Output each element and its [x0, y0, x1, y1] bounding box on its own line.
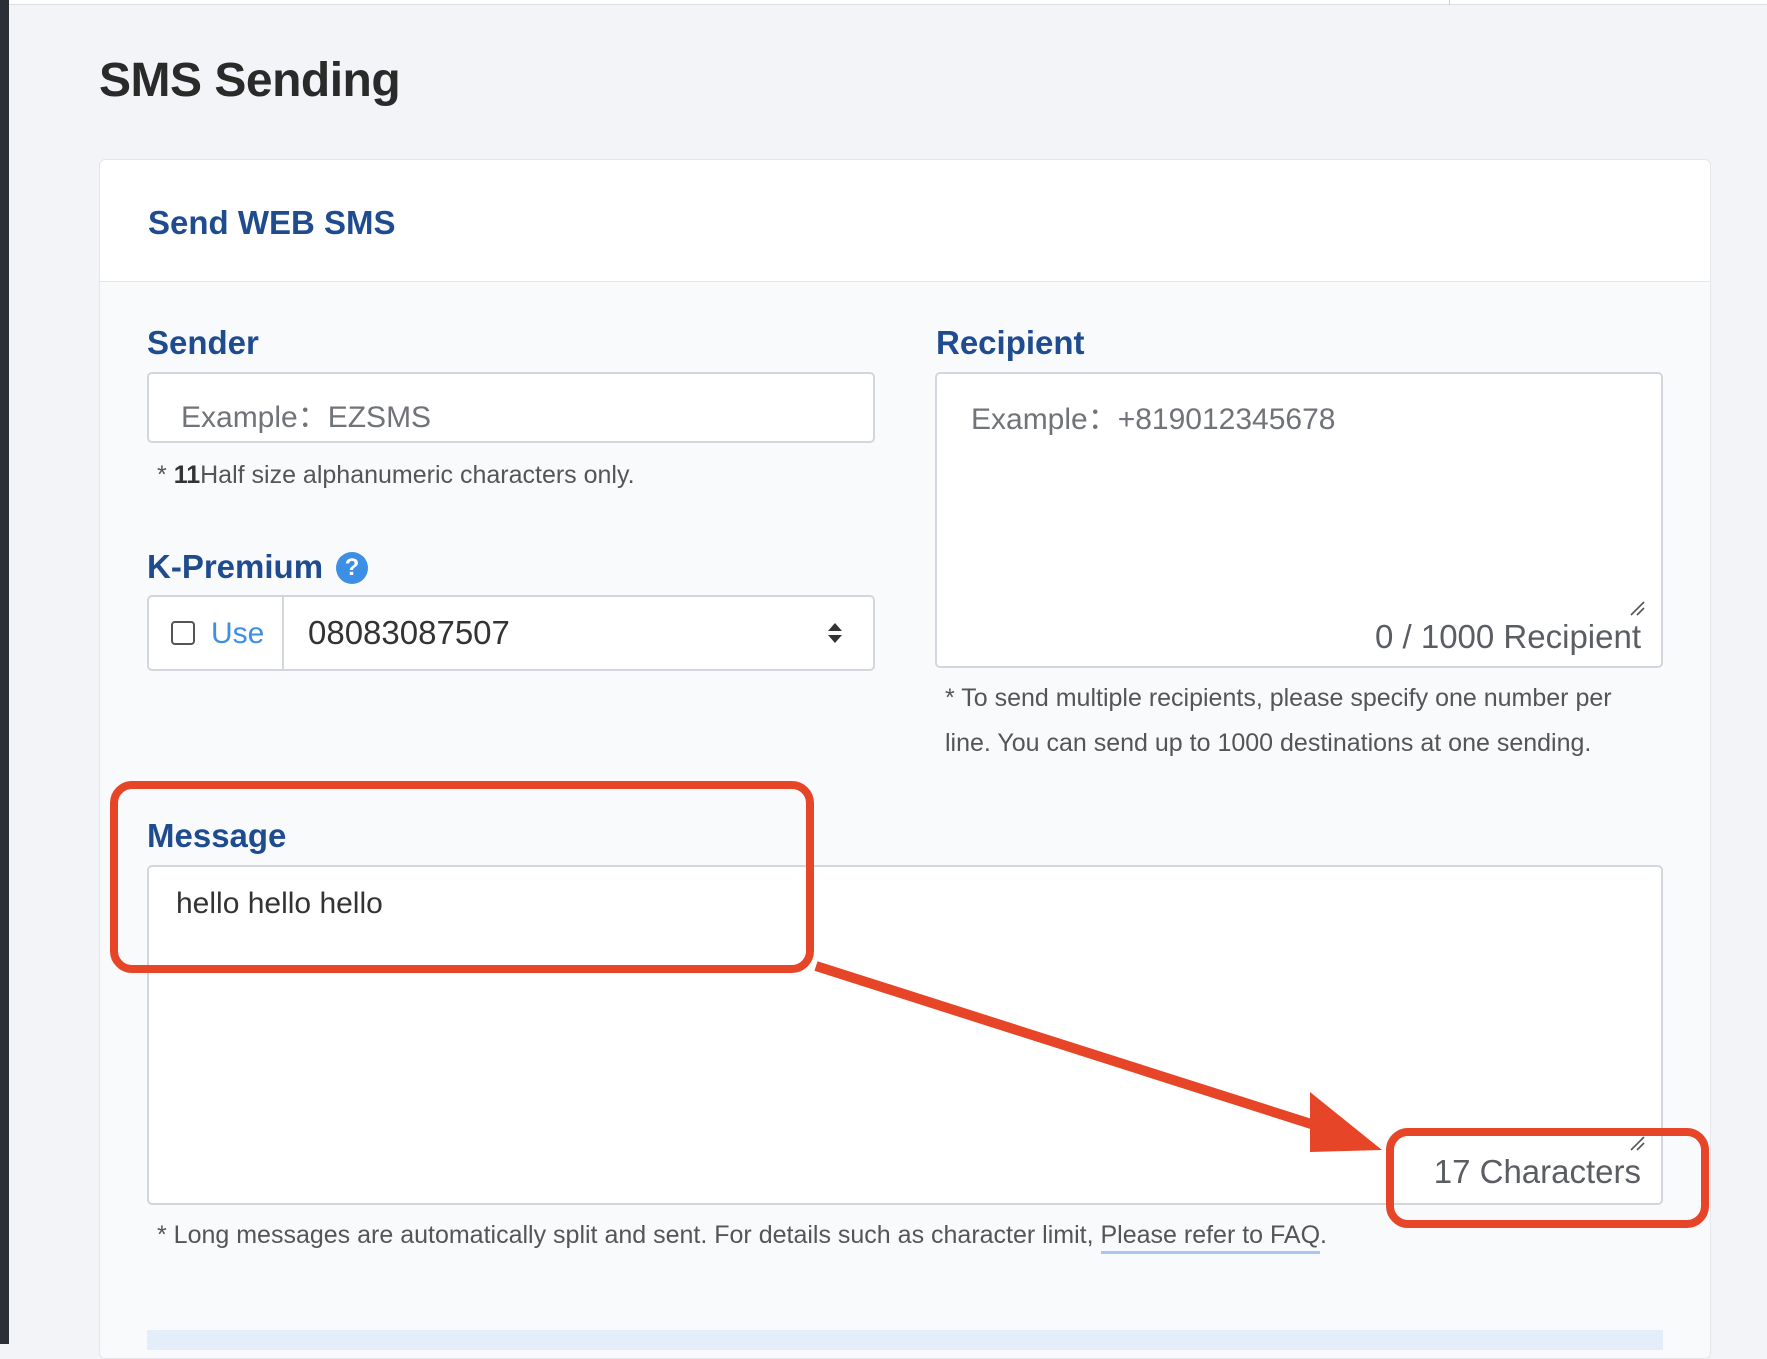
- annotation-arrow: [814, 961, 1382, 1152]
